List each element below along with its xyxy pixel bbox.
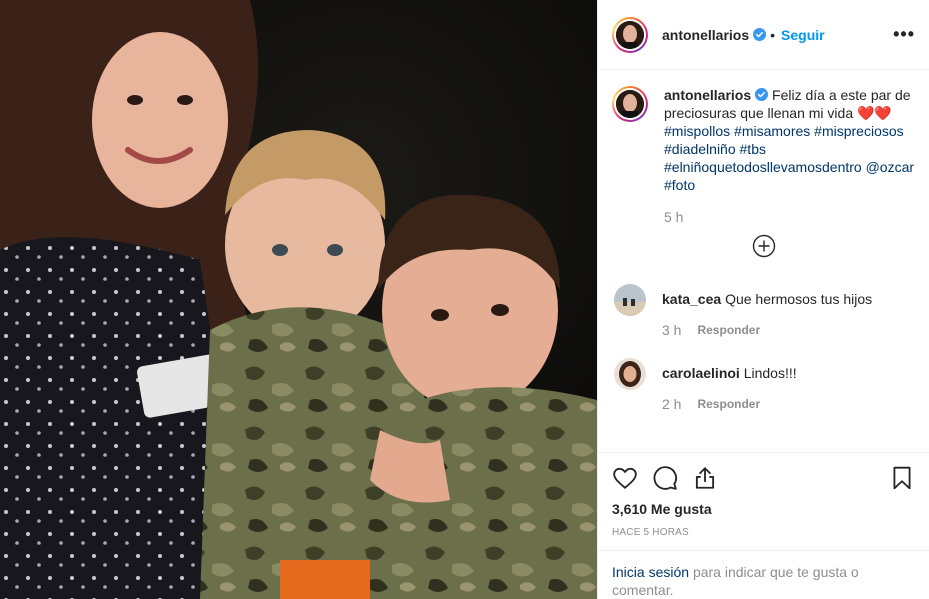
author-username[interactable]: antonellarios	[662, 27, 749, 43]
hashtag-link[interactable]: #mispollos	[664, 123, 730, 139]
comment-item: carolaelinoi Lindos!!! 2 h Responder	[612, 358, 915, 412]
reply-button[interactable]: Responder	[697, 397, 760, 411]
separator-dot: •	[770, 26, 776, 43]
post-side-panel: antonellarios • Seguir ••• antonellarios…	[597, 0, 929, 599]
post-timestamp[interactable]: HACE 5 HORAS	[612, 527, 915, 538]
verified-badge-icon	[753, 28, 767, 41]
login-prompt: Inicia sesión para indicar que te gusta …	[598, 550, 929, 599]
heart-icon[interactable]	[612, 465, 638, 491]
login-link[interactable]: Inicia sesión	[612, 564, 689, 580]
comment-item: kata_cea Que hermosos tus hijos 3 h Resp…	[612, 284, 915, 338]
bookmark-icon[interactable]	[889, 465, 915, 491]
commenter-avatar[interactable]	[614, 358, 646, 390]
comment-text: Que hermosos tus hijos	[725, 291, 873, 307]
post-header: antonellarios • Seguir •••	[598, 0, 929, 70]
caption-avatar[interactable]	[612, 86, 648, 122]
mention-link[interactable]: @ozcar	[866, 159, 914, 175]
share-icon[interactable]	[692, 465, 718, 491]
comment-bubble-icon[interactable]	[652, 465, 678, 491]
reply-button[interactable]: Responder	[697, 323, 760, 337]
more-options-icon[interactable]: •••	[893, 24, 915, 45]
author-avatar-image	[616, 20, 644, 49]
post-container: antonellarios • Seguir ••• antonellarios…	[0, 0, 929, 599]
author-avatar[interactable]	[612, 16, 648, 53]
hashtag-link[interactable]: #elniñoquetodosllevamosdentro	[664, 159, 862, 175]
caption-username[interactable]: antonellarios	[664, 87, 751, 103]
caption-time[interactable]: 5 h	[664, 208, 915, 226]
commenter-username[interactable]: kata_cea	[662, 291, 721, 307]
commenter-avatar[interactable]	[614, 284, 646, 316]
caption-body: antonellarios Feliz día a este par de pr…	[664, 86, 915, 226]
post-actions: 3,610 Me gusta HACE 5 HORAS	[598, 452, 929, 550]
comment-text: Lindos!!!	[743, 365, 797, 381]
comment-time[interactable]: 3 h	[662, 322, 681, 338]
hashtag-link[interactable]: #misamores	[734, 123, 810, 139]
hashtag-link[interactable]: #foto	[664, 177, 695, 193]
verified-badge-icon	[755, 88, 769, 101]
hashtag-link[interactable]: #tbs	[740, 141, 766, 157]
comments-section: antonellarios Feliz día a este par de pr…	[598, 70, 929, 452]
comment-time[interactable]: 2 h	[662, 396, 681, 412]
post-photo[interactable]	[0, 0, 597, 599]
caption: antonellarios Feliz día a este par de pr…	[612, 86, 915, 226]
plus-circle-icon[interactable]	[752, 234, 776, 258]
commenter-username[interactable]: carolaelinoi	[662, 365, 740, 381]
hashtag-link[interactable]: #mispreciosos	[814, 123, 903, 139]
hashtag-link[interactable]: #diadelniño	[664, 141, 736, 157]
like-count[interactable]: 3,610 Me gusta	[612, 501, 915, 517]
family-photo-illustration	[0, 0, 597, 599]
follow-button[interactable]: Seguir	[781, 27, 825, 43]
